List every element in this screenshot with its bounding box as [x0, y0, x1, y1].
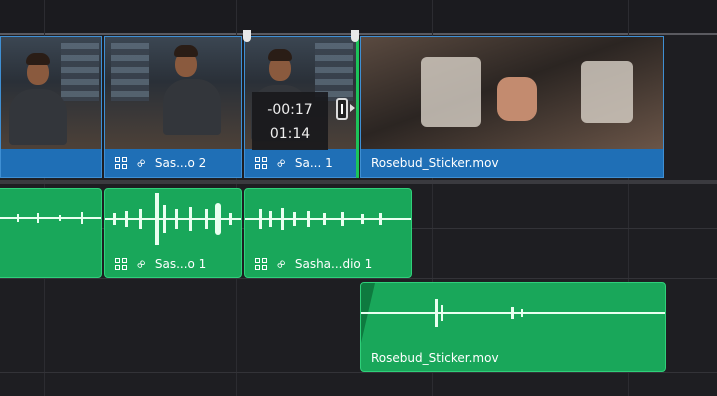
video-clip[interactable]: ∞ Sas...o 2: [104, 36, 242, 178]
edit-point[interactable]: [356, 36, 359, 178]
video-audio-divider[interactable]: [0, 180, 717, 184]
audio-waveform: [105, 193, 241, 245]
clip-name: Sa... 1: [294, 156, 333, 170]
clip-name: Rosebud_Sticker.mov: [371, 351, 499, 365]
audio-waveform: [361, 299, 665, 327]
audio-waveform: [0, 212, 101, 224]
clip-label: Rosebud_Sticker.mov: [361, 149, 663, 177]
clip-label: ∞ Sas...o 2: [105, 149, 241, 177]
track-separator: [0, 278, 717, 279]
clip-name: Sasha...dio 1: [294, 257, 373, 271]
trim-tooltip: -00:17 01:14: [252, 92, 328, 150]
multicam-icon: [255, 156, 268, 170]
audio-clip[interactable]: [0, 188, 102, 278]
track-separator: [0, 372, 717, 373]
link-icon: ∞: [132, 153, 151, 173]
trim-offset: -00:17: [267, 102, 313, 118]
link-icon: ∞: [272, 254, 291, 274]
clip-name: Sas...o 2: [154, 156, 207, 170]
audio-waveform: [245, 208, 411, 230]
clip-label: ∞ Sa... 1: [245, 149, 357, 177]
clip-thumbnail: [361, 37, 663, 149]
clip-thumbnail: [1, 37, 101, 149]
trim-arrow-icon: [350, 104, 355, 112]
trim-handle-left[interactable]: [243, 30, 251, 42]
audio-clip[interactable]: ∞ Sasha...dio 1: [244, 188, 412, 278]
clip-label: ∞ Sas...o 1: [105, 251, 241, 277]
link-icon: ∞: [132, 254, 151, 274]
video-clip[interactable]: Rosebud_Sticker.mov: [360, 36, 664, 178]
clip-name: Rosebud_Sticker.mov: [371, 156, 499, 170]
timeline-ruler[interactable]: [0, 0, 717, 34]
multicam-icon: [255, 257, 268, 271]
clip-label: [1, 149, 101, 177]
link-icon: ∞: [272, 153, 291, 173]
trim-duration: 01:14: [269, 126, 311, 142]
clip-label: [0, 251, 101, 277]
trim-handle-right[interactable]: [351, 30, 359, 42]
clip-label: ∞ Sasha...dio 1: [245, 251, 411, 277]
audio-clip[interactable]: Rosebud_Sticker.mov: [360, 282, 666, 372]
multicam-icon: [115, 257, 128, 271]
clip-thumbnail: [105, 37, 241, 149]
roll-trim-cursor-icon: [336, 98, 348, 120]
video-clip[interactable]: [0, 36, 102, 178]
multicam-icon: [115, 156, 128, 170]
clip-label: Rosebud_Sticker.mov: [361, 345, 665, 371]
clip-name: Sas...o 1: [154, 257, 207, 271]
audio-clip[interactable]: ∞ Sas...o 1: [104, 188, 242, 278]
